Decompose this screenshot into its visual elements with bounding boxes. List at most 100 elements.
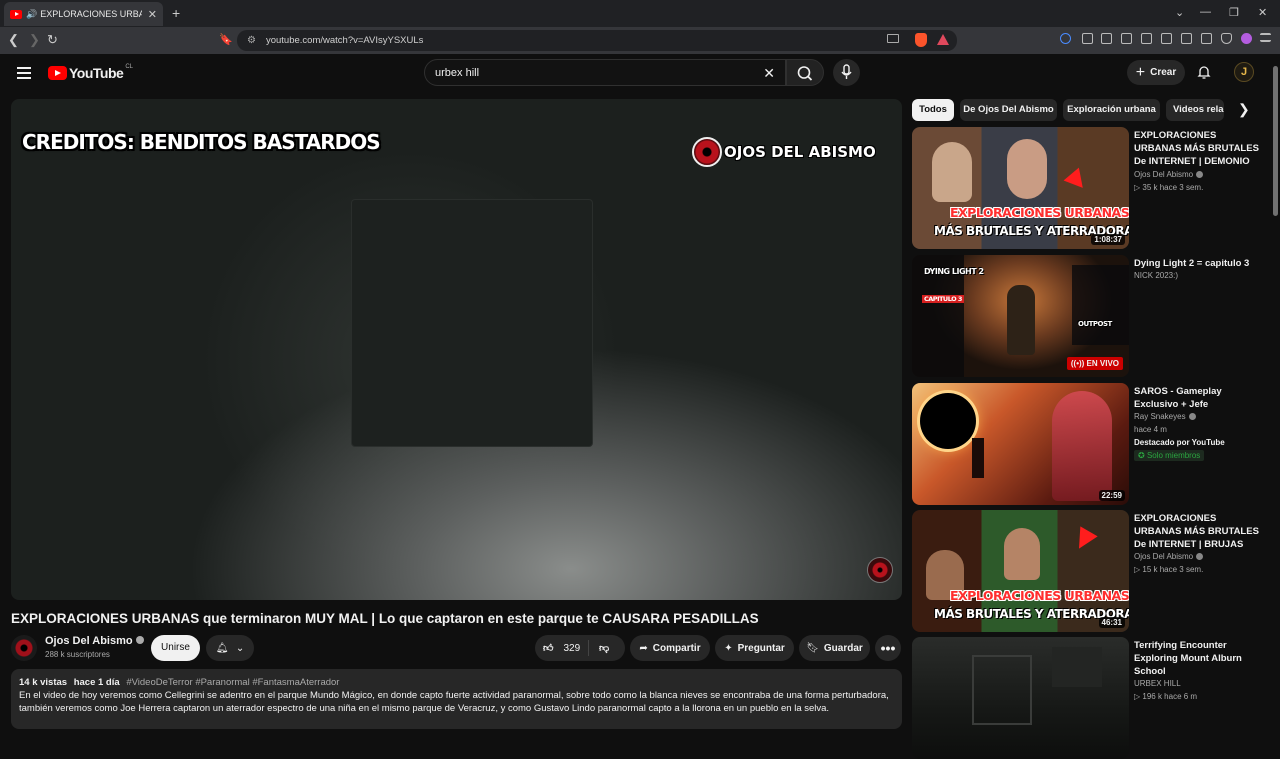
thumb-side-panel: [1072, 265, 1129, 345]
sidebar-toggle-icon[interactable]: [1161, 33, 1172, 44]
page-scrollbar[interactable]: [1271, 54, 1280, 720]
url-bar[interactable]: ⚙ youtube.com/watch?v=AVIsyYSXULs: [237, 30, 957, 51]
recommendation-channel[interactable]: Ojos Del Abismo: [1134, 552, 1204, 561]
chevron-right-icon[interactable]: ❯: [1238, 101, 1250, 118]
channel-text: Ojos Del Abismo: [1134, 552, 1194, 561]
more-actions-button[interactable]: •••: [875, 635, 901, 661]
recommendation-item[interactable]: EXPLORACIONES URBANAS MÁS BRUTALES Y ATE…: [912, 510, 1272, 632]
leo-ai-icon[interactable]: [1241, 33, 1252, 44]
bell-icon: 🔔︎: [215, 642, 229, 654]
tab-search-icon[interactable]: ⌄: [1175, 6, 1184, 19]
recommendation-channel[interactable]: NICK 2023:): [1134, 271, 1178, 280]
chevron-down-icon: ⌄: [235, 642, 245, 654]
wallet-icon[interactable]: [1181, 33, 1192, 44]
recommendation-stats: ▷ 15 k hace 3 sem.: [1134, 565, 1204, 574]
verified-icon: [135, 636, 144, 644]
recommendation-title[interactable]: Dying Light 2 = capitulo 3: [1134, 257, 1262, 270]
video-thumbnail[interactable]: [912, 637, 1129, 759]
reload-icon[interactable]: ↻: [47, 32, 58, 48]
recommendation-item[interactable]: 22:59 SAROS - Gameplay Exclusivo + Jefe …: [912, 383, 1272, 505]
like-dislike-group: 👍︎ 329 👎︎: [535, 635, 625, 661]
channel-name[interactable]: Ojos Del Abismo: [45, 635, 144, 647]
vpn-shield-icon[interactable]: [1221, 33, 1232, 44]
like-count: 329: [563, 642, 581, 654]
recommendation-channel[interactable]: Ray Snakeyes: [1134, 412, 1196, 421]
recommendation-title[interactable]: SAROS - Gameplay Exclusivo + Jefe: [1134, 385, 1262, 411]
brave-shields-icon[interactable]: [915, 33, 927, 47]
chip-exploracion-urbana[interactable]: Exploración urbana: [1063, 99, 1160, 121]
extension-music-icon[interactable]: [1141, 33, 1152, 44]
bookmark-icon[interactable]: 🔖: [219, 33, 233, 46]
like-button[interactable]: 👍︎ 329: [535, 640, 589, 656]
chip-de-ojos-del-abismo[interactable]: De Ojos Del Abismo: [960, 99, 1057, 121]
tab-title: EXPLORACIONES URBANAS q: [40, 9, 142, 19]
video-duration: 1:08:37: [1091, 234, 1125, 245]
browser-menu-icon[interactable]: [1260, 33, 1271, 42]
video-player[interactable]: CREDITOS: BENDITOS BASTARDOS OJOS DEL AB…: [11, 99, 902, 600]
logo-wordmark: YouTube: [69, 65, 124, 81]
search-button[interactable]: [786, 59, 824, 86]
extension-puzzle-icon[interactable]: [1121, 33, 1132, 44]
brave-rewards-icon[interactable]: [937, 34, 949, 45]
recommendation-title[interactable]: EXPLORACIONES URBANAS MÁS BRUTALES De IN…: [1134, 129, 1262, 169]
voice-search-button[interactable]: [833, 59, 860, 86]
notifications-bell-icon[interactable]: [1197, 65, 1211, 79]
recommendation-title[interactable]: Terrifying Encounter Exploring Mount Alb…: [1134, 639, 1262, 678]
thumb-person-2: [1004, 528, 1040, 580]
share-button[interactable]: ➦ Compartir: [630, 635, 710, 661]
forward-icon[interactable]: ❯: [29, 32, 40, 48]
recommendation-item[interactable]: EXPLORACIONES URBANAS MÁS BRUTALES Y ATE…: [912, 127, 1272, 249]
channel-watermark-icon[interactable]: [867, 557, 893, 583]
thumb-character: [1007, 285, 1035, 355]
recommendation-title[interactable]: EXPLORACIONES URBANAS MÁS BRUTALES De IN…: [1134, 512, 1262, 552]
chip-videos-relacionados[interactable]: Videos relac: [1166, 99, 1224, 121]
recommendation-item[interactable]: DYING LIGHT 2 CAPITULO 3 OUTPOST ((•)) E…: [912, 255, 1272, 377]
extension-qr-icon[interactable]: [1101, 33, 1112, 44]
browser-tab[interactable]: 🔊 EXPLORACIONES URBANAS q ✕: [4, 2, 163, 26]
hashtags[interactable]: #VideoDeTerror #Paranormal #FantasmaAter…: [126, 677, 339, 688]
save-button[interactable]: 🔖︎ Guardar: [799, 635, 870, 661]
maximize-icon[interactable]: ❐: [1229, 6, 1239, 19]
recommendation-item[interactable]: Terrifying Encounter Exploring Mount Alb…: [912, 637, 1272, 759]
recommendation-channel[interactable]: URBEX HILL: [1134, 679, 1181, 688]
back-icon[interactable]: ❮: [8, 32, 19, 48]
video-thumbnail[interactable]: DYING LIGHT 2 CAPITULO 3 OUTPOST ((•)) E…: [912, 255, 1129, 377]
subscription-bell-button[interactable]: 🔔︎ ⌄: [206, 635, 254, 661]
video-thumbnail[interactable]: EXPLORACIONES URBANAS MÁS BRUTALES Y ATE…: [912, 510, 1129, 632]
close-window-icon[interactable]: ✕: [1258, 6, 1267, 19]
youtube-header: YouTube CL urbex hill ✕ + Crear J: [0, 54, 1280, 92]
close-tab-icon[interactable]: ✕: [148, 8, 157, 21]
dislike-button[interactable]: 👎︎: [589, 642, 609, 654]
description-box[interactable]: 14 k vistas hace 1 día #VideoDeTerror #P…: [11, 669, 902, 729]
video-title: EXPLORACIONES URBANAS que terminaron MUY…: [11, 611, 759, 626]
youtube-logo[interactable]: YouTube CL: [48, 64, 133, 81]
create-button[interactable]: + Crear: [1127, 60, 1185, 85]
extension-star-icon[interactable]: [1201, 33, 1212, 44]
thumb-person-1: [932, 142, 972, 202]
scrollbar-thumb[interactable]: [1273, 66, 1278, 216]
menu-icon[interactable]: [17, 67, 31, 79]
red-arrow-icon: [1070, 526, 1098, 554]
video-thumbnail[interactable]: 22:59: [912, 383, 1129, 505]
verified-icon: [1188, 412, 1196, 420]
extension-audio-icon[interactable]: [1060, 33, 1071, 44]
recommendation-channel[interactable]: Ojos Del Abismo: [1134, 170, 1204, 179]
sparkle-icon: ✦: [724, 642, 733, 654]
new-tab-icon[interactable]: +: [172, 5, 180, 21]
ask-button[interactable]: ✦ Preguntar: [715, 635, 794, 661]
speaker-icon[interactable]: 🔊: [26, 9, 37, 20]
minimize-icon[interactable]: —: [1200, 6, 1211, 18]
chip-todos[interactable]: Todos: [912, 99, 954, 121]
cast-icon[interactable]: [887, 34, 899, 43]
share-arrow-icon: ➦: [639, 642, 648, 654]
extension-diamond-icon[interactable]: [1082, 33, 1093, 44]
account-avatar[interactable]: J: [1234, 62, 1254, 82]
clear-search-icon[interactable]: ✕: [763, 65, 775, 82]
channel-avatar[interactable]: [11, 635, 37, 661]
site-info-icon[interactable]: ⚙: [247, 35, 256, 46]
search-input[interactable]: urbex hill ✕: [424, 59, 786, 86]
join-button[interactable]: Unirse: [151, 635, 200, 661]
video-thumbnail[interactable]: EXPLORACIONES URBANAS MÁS BRUTALES Y ATE…: [912, 127, 1129, 249]
video-channel-overlay: OJOS DEL ABISMO: [690, 137, 876, 167]
save-label: Guardar: [823, 642, 863, 654]
